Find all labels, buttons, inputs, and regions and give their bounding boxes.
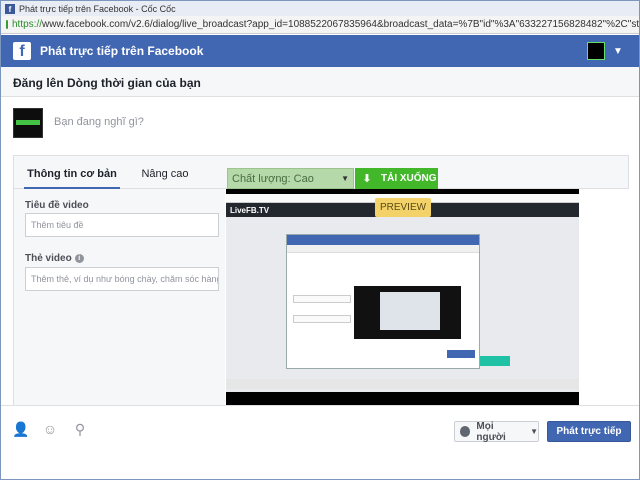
nested-go-live-button [447,350,475,358]
window-titlebar: f Phát trực tiếp trên Facebook - Cốc Cốc [1,1,639,16]
chevron-down-icon: ▼ [530,427,538,436]
address-bar[interactable]: https:// www.facebook.com/v2.6/dialog/li… [1,16,639,34]
video-preview: LiveFB.TV PREVIEW [226,189,579,405]
nested-dialog-title [287,245,479,253]
feeling-icon[interactable]: ☺ [42,421,58,437]
nested-title-field [293,295,351,303]
composer: Bạn đang nghĩ gì? [1,97,639,155]
preview-nested-dialog [286,234,480,369]
bottom-toolbar: 👤 ☺ ⚲ Mọi người ▼ Phát trực tiếp [1,405,639,451]
post-target-title: Đăng lên Dòng thời gian của bạn [1,67,639,97]
nested-tags-field [293,315,351,323]
download-icon: ⬇ [362,173,372,185]
video-info-form: Tiêu đề video Thêm tiêu đề Thẻ video i Th… [13,189,225,405]
user-avatar [13,108,43,138]
dialog-header: f Phát trực tiếp trên Facebook ▼ [1,35,639,67]
audience-label: Mọi người [476,420,506,443]
title-input[interactable]: Thêm tiêu đề [25,213,219,237]
url-scheme: https:// [12,19,43,30]
go-live-button[interactable]: Phát trực tiếp [547,421,631,442]
preview-taskbar [226,379,579,389]
tab-advanced[interactable]: Nâng cao [132,156,198,189]
nested-preview [354,286,461,339]
chevron-down-icon: ▼ [341,174,349,183]
download-button[interactable]: ⬇ TẢI XUỐNG [355,168,438,189]
location-icon[interactable]: ⚲ [72,421,88,437]
title-label: Tiêu đề video [25,200,89,211]
globe-icon [460,426,471,437]
preview-site-name: LiveFB.TV [230,206,270,215]
download-label: TẢI XUỐNG [381,173,437,184]
tags-label: Thẻ video i [25,253,84,264]
status-input[interactable]: Bạn đang nghĩ gì? [54,116,144,128]
audience-selector[interactable]: Mọi người ▼ [454,420,539,443]
facebook-logo-icon: f [13,42,31,60]
url-text: www.facebook.com/v2.6/dialog/live_broadc… [42,19,639,30]
tags-label-text: Thẻ video [25,253,72,264]
chevron-down-icon[interactable]: ▼ [613,46,623,57]
browser-window: f Phát trực tiếp trên Facebook - Cốc Cốc… [0,0,640,480]
preview-green-bar [480,356,510,366]
tab-basic-info[interactable]: Thông tin cơ bản [24,156,120,189]
preview-badge: PREVIEW [375,198,431,217]
info-icon[interactable]: i [74,254,84,263]
header-avatar[interactable] [587,42,605,60]
facebook-favicon-icon: f [5,3,15,14]
dialog-footer [1,451,639,479]
dialog-title: Phát trực tiếp trên Facebook [40,44,204,58]
lock-icon [6,20,8,29]
tag-friends-icon[interactable]: 👤 [12,421,29,437]
nested-dialog-header [287,235,479,245]
quality-label: Chất lượng: Cao [232,173,314,185]
window-title: Phát trực tiếp trên Facebook - Cốc Cốc [19,3,176,14]
tags-input[interactable]: Thêm thẻ, ví dụ như bóng chày, chăm sóc … [25,267,219,291]
quality-select[interactable]: Chất lượng: Cao ▼ [227,168,354,189]
